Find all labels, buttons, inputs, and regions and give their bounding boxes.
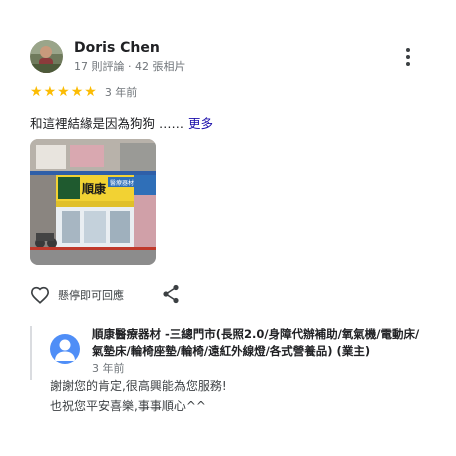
like-button[interactable]: 懸停即可回應 [30,286,124,304]
more-link[interactable]: 更多 [188,116,213,131]
share-icon [163,284,179,304]
heart-outline-icon [30,286,50,304]
author-avatar[interactable] [30,40,63,73]
person-icon [55,339,75,361]
more-options-button[interactable] [398,46,418,68]
star-rating: ★ ★ ★ ★ ★ [30,85,97,99]
rating-row: ★ ★ ★ ★ ★ 3 年前 [30,84,137,100]
author-meta: 17 則評論 · 42 張相片 [74,60,186,73]
review-time: 3 年前 [104,86,138,99]
sign-brand: 順康 [81,181,107,196]
owner-response-time: 3 年前 [92,362,125,375]
more-vert-icon [406,48,410,52]
owner-reply-line-2: 也祝您平安喜樂,事事順心^^ [50,399,206,413]
reply-divider [30,326,32,380]
author-name[interactable]: Doris Chen [74,40,160,56]
sign-right: 醫療器材 [110,179,134,187]
review-body: 和這裡結緣是因為狗狗 …… [30,116,188,131]
review-card: Doris Chen 17 則評論 · 42 張相片 ★ ★ ★ ★ ★ 3 年… [0,0,456,456]
owner-response: 順康醫療器材 -三總門市(長照2.0/身障代辦補助/氧氣機/電動床/氣墊床/輪椅… [30,326,430,424]
star-icon: ★ [84,84,97,100]
owner-avatar [50,334,80,364]
owner-reply-line-1: 謝謝您的肯定,很高興能為您服務! [50,379,227,393]
star-icon: ★ [57,84,70,100]
review-photo[interactable]: 順康 醫療器材 [30,139,156,265]
share-button[interactable] [162,284,180,308]
like-label: 懸停即可回應 [58,289,124,302]
owner-name: 順康醫療器材 -三總門市(長照2.0/身障代辦補助/氧氣機/電動床/氣墊床/輪椅… [92,327,420,358]
review-actions: 懸停即可回應 [30,284,179,306]
star-icon: ★ [43,84,57,100]
star-icon: ★ [30,84,43,100]
star-icon: ★ [70,84,84,100]
review-text: 和這裡結緣是因為狗狗 …… 更多 [30,113,213,132]
